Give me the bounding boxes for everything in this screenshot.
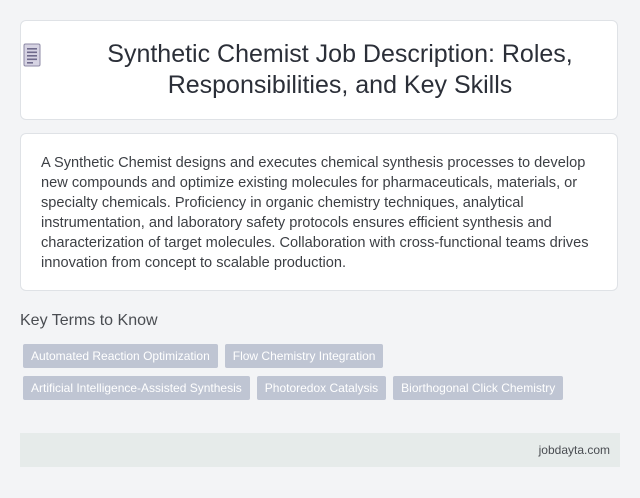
key-term-tag[interactable]: Automated Reaction Optimization: [23, 344, 218, 368]
key-terms-heading: Key Terms to Know: [20, 312, 158, 329]
page-title: Synthetic Chemist Job Description: Roles…: [107, 40, 573, 99]
footer-site-link[interactable]: jobdayta.com: [539, 443, 610, 457]
tag-row: Artificial Intelligence-Assisted Synthes…: [23, 376, 619, 400]
key-term-tag[interactable]: Artificial Intelligence-Assisted Synthes…: [23, 376, 250, 400]
footer: jobdayta.com: [20, 433, 620, 467]
key-terms-list: Automated Reaction Optimization Flow Che…: [23, 344, 619, 408]
title-card: Synthetic Chemist Job Description: Roles…: [20, 20, 618, 120]
key-term-tag[interactable]: Biorthogonal Click Chemistry: [393, 376, 564, 400]
description-card: A Synthetic Chemist designs and executes…: [20, 133, 618, 291]
description-text: A Synthetic Chemist designs and executes…: [41, 155, 589, 271]
document-icon: [23, 43, 41, 67]
key-term-tag[interactable]: Photoredox Catalysis: [256, 376, 387, 400]
title-wrap: Synthetic Chemist Job Description: Roles…: [21, 39, 617, 101]
tag-row: Automated Reaction Optimization Flow Che…: [23, 344, 619, 368]
key-term-tag[interactable]: Flow Chemistry Integration: [224, 344, 384, 368]
